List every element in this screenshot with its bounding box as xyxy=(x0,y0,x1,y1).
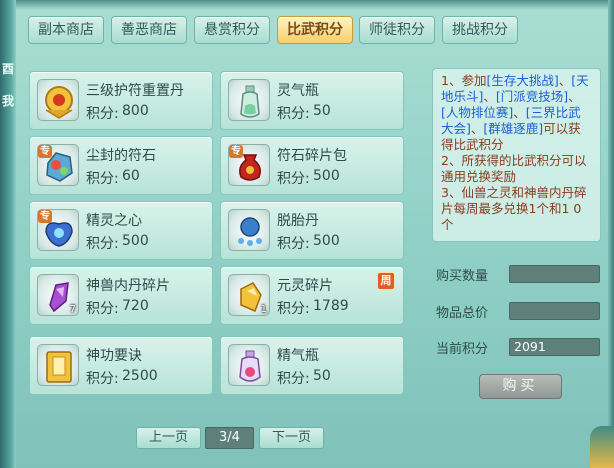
shop-item[interactable]: 专 精灵之心 积分: 500 xyxy=(29,201,213,260)
rules-info-panel: 1、参加[生存大挑战]、[天地乐斗]、[门派竞技场]、[人物排位赛]、[三界比武… xyxy=(432,68,601,242)
tab-contest-points[interactable]: 比武积分 xyxy=(277,16,353,44)
shop-item[interactable]: 灵气瓶 积分: 50 xyxy=(220,71,404,130)
item-price: 50 xyxy=(313,368,331,384)
item-name: 灵气瓶 xyxy=(277,83,319,99)
spirit-bottle-icon xyxy=(228,79,270,121)
price-label: 积分: xyxy=(86,301,119,317)
tab-mentor-points[interactable]: 师徒积分 xyxy=(359,16,435,44)
price-label: 积分: xyxy=(86,171,119,187)
right-edge-decoration xyxy=(608,0,614,468)
price-label: 积分: xyxy=(277,171,310,187)
item-name: 神功要诀 xyxy=(86,348,142,364)
window-top-strip xyxy=(16,0,608,10)
tab-challenge-points[interactable]: 挑战积分 xyxy=(442,16,518,44)
shop-item[interactable]: 1 元灵碎片 积分: 1789 周 xyxy=(220,266,404,325)
gold-amulet-icon xyxy=(37,79,79,121)
rule-3: 3、仙兽之灵和神兽内丹碎片每周最多兑换1个和1 0个 xyxy=(441,185,587,232)
price-label: 积分: xyxy=(277,301,310,317)
price-label: 积分: xyxy=(86,236,119,252)
shop-item[interactable]: 7 神兽内丹碎片 积分: 720 xyxy=(29,266,213,325)
item-name: 精灵之心 xyxy=(86,213,142,229)
shop-item[interactable]: 专 符石碎片包 积分: 500 xyxy=(220,136,404,195)
shop-window: 酉 我 副本商店 善恶商店 悬赏积分 比武积分 师徒积分 挑战积分 三级护符重置… xyxy=(0,0,614,468)
rule-text: 1、参加 xyxy=(441,73,487,88)
item-price: 500 xyxy=(313,168,340,184)
item-name: 元灵碎片 xyxy=(277,278,333,294)
left-edge-decoration: 酉 我 xyxy=(0,0,16,468)
price-label: 积分: xyxy=(277,106,310,122)
exclusive-badge: 专 xyxy=(38,210,52,223)
item-name: 三级护符重置丹 xyxy=(86,83,184,99)
activity-link[interactable]: [门派竞技场] xyxy=(496,89,568,104)
corner-ornament xyxy=(590,426,614,468)
buy-button[interactable]: 购买 xyxy=(479,374,562,399)
item-price: 1789 xyxy=(313,298,349,314)
price-label: 积分: xyxy=(86,106,119,122)
weekly-limit-badge: 周 xyxy=(377,272,395,290)
edge-glyph: 我 xyxy=(1,94,14,108)
quantity-input[interactable] xyxy=(509,265,600,283)
exclusive-badge: 专 xyxy=(229,145,243,158)
essence-bottle-icon xyxy=(228,344,270,386)
item-name: 精气瓶 xyxy=(277,348,319,364)
item-count: 7 xyxy=(69,304,76,315)
item-name: 符石碎片包 xyxy=(277,148,347,164)
rule-text: 、 xyxy=(513,105,526,120)
shop-item[interactable]: 神功要诀 积分: 2500 xyxy=(29,336,213,395)
price-label: 积分: xyxy=(277,371,310,387)
exclusive-badge: 专 xyxy=(38,145,52,158)
current-points-label: 当前积分 xyxy=(436,342,489,357)
item-price: 60 xyxy=(122,168,140,184)
activity-link[interactable]: [生存大挑战] xyxy=(486,73,558,88)
rebirth-pill-icon xyxy=(228,209,270,251)
shop-item[interactable]: 专 尘封的符石 积分: 60 xyxy=(29,136,213,195)
tab-good-evil-shop[interactable]: 善恶商店 xyxy=(111,16,187,44)
item-price: 2500 xyxy=(122,368,158,384)
skill-book-icon xyxy=(37,344,79,386)
tab-dungeon-shop[interactable]: 副本商店 xyxy=(28,16,104,44)
price-label: 积分: xyxy=(86,371,119,387)
total-price-label: 物品总价 xyxy=(436,306,489,321)
activity-link[interactable]: [人物排位赛] xyxy=(441,105,513,120)
item-price: 800 xyxy=(122,103,149,119)
next-page-button[interactable]: 下一页 xyxy=(259,427,324,449)
total-price-field xyxy=(509,302,600,320)
spirit-heart-icon: 专 xyxy=(37,209,79,251)
item-name: 神兽内丹碎片 xyxy=(86,278,170,294)
item-price: 720 xyxy=(122,298,149,314)
current-points-field: 2091 xyxy=(509,338,600,356)
tab-bounty-points[interactable]: 悬赏积分 xyxy=(194,16,270,44)
shop-item[interactable]: 精气瓶 积分: 50 xyxy=(220,336,404,395)
page-indicator: 3/4 xyxy=(205,427,254,449)
item-name: 脱胎丹 xyxy=(277,213,319,229)
price-label: 积分: xyxy=(277,236,310,252)
activity-link[interactable]: [群雄逐鹿] xyxy=(483,121,543,136)
item-price: 50 xyxy=(313,103,331,119)
item-price: 500 xyxy=(313,233,340,249)
quantity-label: 购买数量 xyxy=(436,269,489,284)
prev-page-button[interactable]: 上一页 xyxy=(136,427,201,449)
yuanling-shard-icon: 1 xyxy=(228,274,270,316)
rule-text: 、 xyxy=(483,89,496,104)
edge-glyph: 酉 xyxy=(1,62,14,76)
beast-core-shard-icon: 7 xyxy=(37,274,79,316)
rule-2: 2、所获得的比武积分可以通用兑换奖励 xyxy=(441,153,587,184)
item-count: 1 xyxy=(260,304,267,315)
item-price: 500 xyxy=(122,233,149,249)
shop-item[interactable]: 脱胎丹 积分: 500 xyxy=(220,201,404,260)
rule-text: 、 xyxy=(470,121,484,136)
shop-item[interactable]: 三级护符重置丹 积分: 800 xyxy=(29,71,213,130)
rune-shard-bag-icon: 专 xyxy=(228,144,270,186)
rule-text: 、 xyxy=(568,89,581,104)
rule-text: 、 xyxy=(558,73,572,88)
item-name: 尘封的符石 xyxy=(86,148,156,164)
rune-stone-icon: 专 xyxy=(37,144,79,186)
rule-1: 1、参加[生存大挑战]、[天地乐斗]、[门派竞技场]、[人物排位赛]、[三界比武… xyxy=(441,73,592,153)
